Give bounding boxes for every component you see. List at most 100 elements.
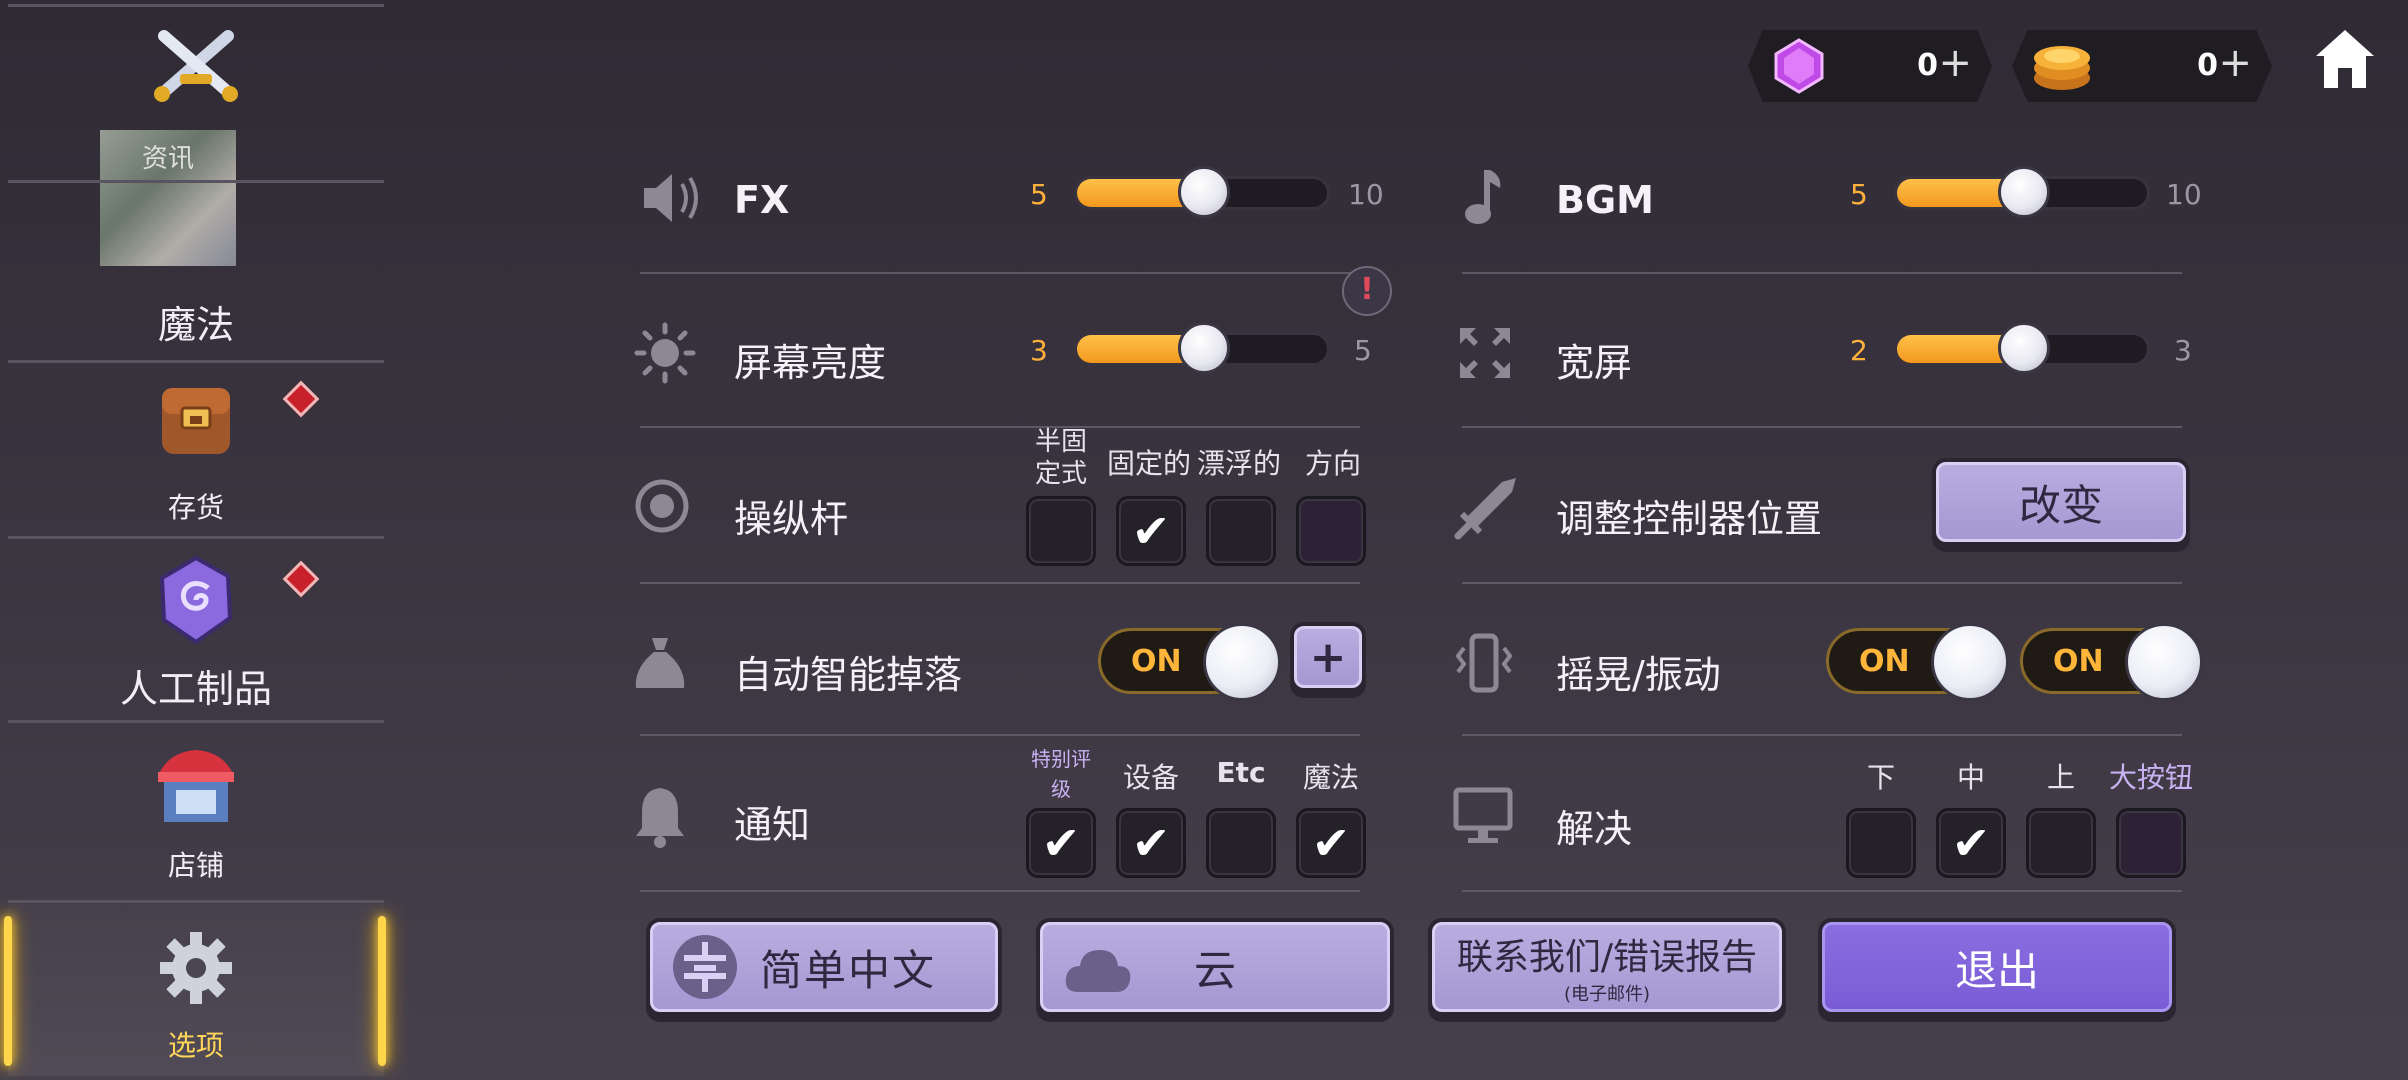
gold-coins-icon xyxy=(2034,46,2090,90)
sidebar-item-label: 存货 xyxy=(167,491,224,524)
contact-button[interactable]: 联系我们/错误报告 (电子邮件) xyxy=(1428,918,1786,1016)
brightness-value: 3 xyxy=(1030,334,1048,367)
toggle-state: ON xyxy=(2053,644,2104,679)
fx-slider-knob[interactable] xyxy=(1178,166,1230,218)
language-icon xyxy=(673,935,737,999)
fx-value: 5 xyxy=(1030,178,1048,211)
row-divider xyxy=(1462,272,2182,274)
toggle-state: ON xyxy=(1859,644,1910,679)
home-icon[interactable] xyxy=(2312,26,2378,92)
sidebar: 资讯 魔法 存货 人工制品 店铺 选项 xyxy=(0,0,390,1080)
cloud-label: 云 xyxy=(1193,945,1236,995)
gold-amount: 0 xyxy=(2197,48,2218,83)
contact-label: 联系我们/错误报告 xyxy=(1456,937,1758,978)
sidebar-item-news[interactable]: 资讯 xyxy=(8,10,384,266)
toggle-knob xyxy=(2125,623,2203,701)
joystick-option-label: 固定的 xyxy=(1106,447,1191,480)
gem-currency: 0 + xyxy=(1748,30,1992,102)
sidebar-item-label: 资讯 xyxy=(141,144,194,174)
toggle-state: ON xyxy=(1131,644,1182,679)
sidebar-item-inventory[interactable]: 存货 xyxy=(8,364,384,536)
notification-option-label: 设备 xyxy=(1122,761,1179,794)
checkmark-icon: ✔ xyxy=(1131,816,1171,870)
checkmark-icon: ✔ xyxy=(1951,816,1991,870)
notify-etc-checkbox[interactable] xyxy=(1206,808,1276,878)
resolution-big-button-checkbox[interactable] xyxy=(2116,808,2186,878)
brightness-max: 5 xyxy=(1354,334,1372,367)
notify-magic-checkbox[interactable]: ✔ xyxy=(1296,808,1366,878)
fx-label: FX xyxy=(734,178,790,222)
sidebar-item-label: 店铺 xyxy=(167,849,224,882)
row-divider xyxy=(1462,734,2182,736)
brightness-slider-knob[interactable] xyxy=(1178,322,1230,374)
sidebar-divider xyxy=(8,360,384,363)
sidebar-divider xyxy=(8,4,384,7)
resolution-high-checkbox[interactable] xyxy=(2026,808,2096,878)
sword-icon xyxy=(1454,478,1516,540)
gear-icon xyxy=(160,932,232,1004)
sidebar-item-label: 魔法 xyxy=(157,303,234,347)
exit-label: 退出 xyxy=(1954,945,2039,995)
cloud-button[interactable]: 云 xyxy=(1036,918,1394,1016)
notification-label: 通知 xyxy=(734,803,811,847)
language-button[interactable]: 简单中文 xyxy=(646,918,1002,1016)
plus-icon: + xyxy=(1309,631,1347,683)
notify-special-checkbox[interactable]: ✔ xyxy=(1026,808,1096,878)
shake-label: 摇晃/振动 xyxy=(1556,653,1721,697)
speaker-icon xyxy=(644,174,698,222)
checkmark-icon: ✔ xyxy=(1131,504,1171,558)
resolution-low-checkbox[interactable] xyxy=(1846,808,1916,878)
resolution-option-label: 上 xyxy=(2046,761,2075,794)
add-gold-button[interactable]: + xyxy=(2218,40,2252,86)
language-label: 简单中文 xyxy=(760,945,937,995)
resolution-option-label: 中 xyxy=(1956,761,1985,794)
change-controller-button[interactable]: 改变 xyxy=(1932,458,2190,546)
sidebar-item-label: 人工制品 xyxy=(119,667,272,711)
gold-currency: 0 + xyxy=(2012,30,2272,102)
row-divider xyxy=(1462,890,2182,892)
row-divider xyxy=(640,890,1360,892)
resolution-option-label: 下 xyxy=(1866,761,1895,794)
shake-toggle[interactable]: ON xyxy=(1826,623,2009,701)
selection-bracket-left xyxy=(4,916,12,1066)
joystick-floating-checkbox[interactable] xyxy=(1206,496,1276,566)
sidebar-item-options[interactable]: 选项 xyxy=(8,904,384,1076)
toggle-knob xyxy=(1203,623,1281,701)
joystick-icon xyxy=(635,479,689,533)
monitor-icon xyxy=(1453,787,1513,843)
gem-icon xyxy=(1774,38,1824,94)
fullscreen-icon xyxy=(1460,328,1510,378)
auto-loot-toggle[interactable]: ON xyxy=(1098,623,1281,701)
exit-button[interactable]: 退出 xyxy=(1818,918,2176,1016)
widescreen-label: 宽屏 xyxy=(1556,341,1633,385)
vibration-toggle[interactable]: ON xyxy=(2020,623,2203,701)
resolution-mid-checkbox[interactable]: ✔ xyxy=(1936,808,2006,878)
row-divider xyxy=(640,426,1360,428)
sidebar-item-artifacts[interactable]: 人工制品 xyxy=(8,540,384,720)
sidebar-divider xyxy=(8,720,384,723)
bgm-slider-knob[interactable] xyxy=(1998,166,2050,218)
joystick-fixed-checkbox[interactable]: ✔ xyxy=(1116,496,1186,566)
row-divider xyxy=(1462,582,2182,584)
auto-loot-plus-button[interactable]: + xyxy=(1290,622,1366,692)
crossed-swords-icon xyxy=(154,30,238,102)
bgm-value: 5 xyxy=(1850,178,1868,211)
joystick-label: 操纵杆 xyxy=(734,497,849,541)
bgm-max: 10 xyxy=(2166,178,2202,211)
sidebar-divider xyxy=(8,536,384,539)
sidebar-item-magic[interactable]: 魔法 xyxy=(8,184,384,360)
joystick-semi-fixed-checkbox[interactable] xyxy=(1026,496,1096,566)
notify-equipment-checkbox[interactable]: ✔ xyxy=(1116,808,1186,878)
row-divider xyxy=(1462,426,2182,428)
add-gems-button[interactable]: + xyxy=(1938,40,1972,86)
joystick-option-label: 方向 xyxy=(1304,447,1361,480)
widescreen-slider-knob[interactable] xyxy=(1998,322,2050,374)
music-note-icon xyxy=(1465,170,1501,224)
notification-option-label: 魔法 xyxy=(1302,761,1359,794)
row-divider xyxy=(640,272,1360,274)
resolution-option-label: 大按钮 xyxy=(2108,761,2193,794)
sidebar-item-shop[interactable]: 店铺 xyxy=(8,724,384,900)
bell-icon xyxy=(636,788,684,848)
alert-badge[interactable]: ! xyxy=(1342,266,1392,316)
joystick-direction-checkbox[interactable] xyxy=(1296,496,1366,566)
